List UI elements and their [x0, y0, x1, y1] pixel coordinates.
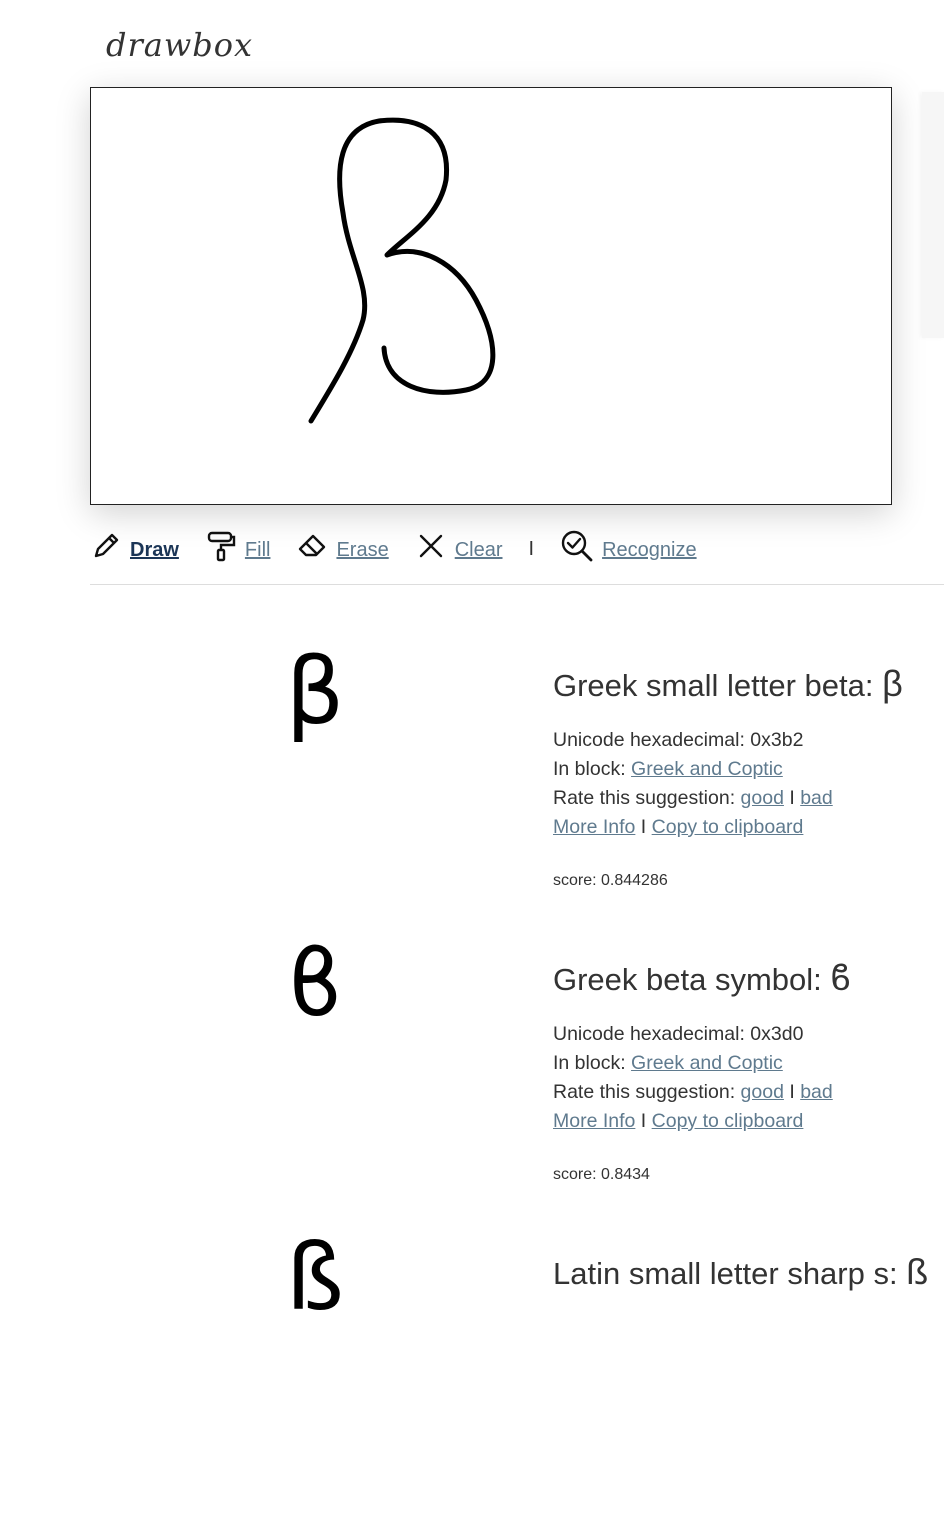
rate-bad-link[interactable]: bad	[800, 787, 833, 809]
result-info: Greek beta symbol: ϐ Unicode hexadecimal…	[553, 957, 944, 1184]
block-link[interactable]: Greek and Coptic	[631, 758, 783, 780]
rate-bad-link[interactable]: bad	[800, 1081, 833, 1103]
clear-label[interactable]: Clear	[455, 539, 503, 562]
toolbar-separator: I	[528, 537, 535, 560]
side-panel-tab[interactable]	[922, 92, 944, 338]
actions-line: More Info I Copy to clipboard	[553, 816, 804, 838]
drawn-stroke	[308, 117, 496, 424]
more-info-link[interactable]: More Info	[553, 1110, 635, 1132]
result-title: Latin small letter sharp s: ß	[553, 1251, 929, 1292]
rate-good-link[interactable]: good	[741, 787, 784, 809]
divider	[90, 584, 944, 585]
block-line: In block: Greek and Coptic	[553, 1052, 783, 1074]
eraser-icon	[296, 530, 328, 562]
pencil-icon	[90, 530, 122, 562]
clear-tool[interactable]: Clear	[415, 530, 503, 562]
toolbar: Draw Fill Erase Clear I Recognize	[90, 524, 723, 568]
score-text: score: 0.8434	[553, 1166, 650, 1183]
drawbox-logo: drawbox	[106, 26, 254, 64]
score-text: score: 0.844286	[553, 872, 668, 889]
fill-label[interactable]: Fill	[245, 539, 271, 562]
erase-tool[interactable]: Erase	[296, 530, 389, 562]
copy-to-clipboard-link[interactable]: Copy to clipboard	[652, 1110, 804, 1132]
rate-line: Rate this suggestion: good I bad	[553, 1081, 833, 1103]
more-info-link[interactable]: More Info	[553, 816, 635, 838]
result-info: Greek small letter beta: β Unicode hexad…	[553, 663, 944, 890]
block-link[interactable]: Greek and Coptic	[631, 1052, 783, 1074]
fill-tool[interactable]: Fill	[205, 530, 271, 562]
recognize-tool[interactable]: Recognize	[560, 529, 697, 563]
result-info: Latin small letter sharp s: ß	[553, 1251, 944, 1293]
draw-label[interactable]: Draw	[130, 539, 179, 562]
rate-good-link[interactable]: good	[741, 1081, 784, 1103]
close-icon	[415, 530, 447, 562]
erase-label[interactable]: Erase	[336, 539, 388, 562]
result-glyph: ß	[286, 1224, 344, 1331]
search-check-icon	[560, 529, 594, 563]
unicode-hex-line: Unicode hexadecimal: 0x3d0	[553, 1023, 804, 1045]
paint-roller-icon	[205, 530, 237, 562]
drawing-canvas[interactable]	[90, 87, 892, 505]
result-title: Greek small letter beta: β	[553, 663, 903, 704]
result-glyph: ϐ	[286, 930, 344, 1037]
draw-tool[interactable]: Draw	[90, 530, 179, 562]
result-item: ϐ Greek beta symbol: ϐ Unicode hexadecim…	[0, 934, 944, 1224]
result-title: Greek beta symbol: ϐ	[553, 957, 852, 998]
unicode-hex-line: Unicode hexadecimal: 0x3b2	[553, 729, 804, 751]
rate-line: Rate this suggestion: good I bad	[553, 787, 833, 809]
result-item: ß Latin small letter sharp s: ß	[0, 1228, 944, 1518]
recognize-label[interactable]: Recognize	[602, 539, 697, 562]
copy-to-clipboard-link[interactable]: Copy to clipboard	[652, 816, 804, 838]
block-line: In block: Greek and Coptic	[553, 758, 783, 780]
result-glyph: β	[285, 638, 345, 745]
actions-line: More Info I Copy to clipboard	[553, 1110, 804, 1132]
result-item: β Greek small letter beta: β Unicode hex…	[0, 640, 944, 930]
